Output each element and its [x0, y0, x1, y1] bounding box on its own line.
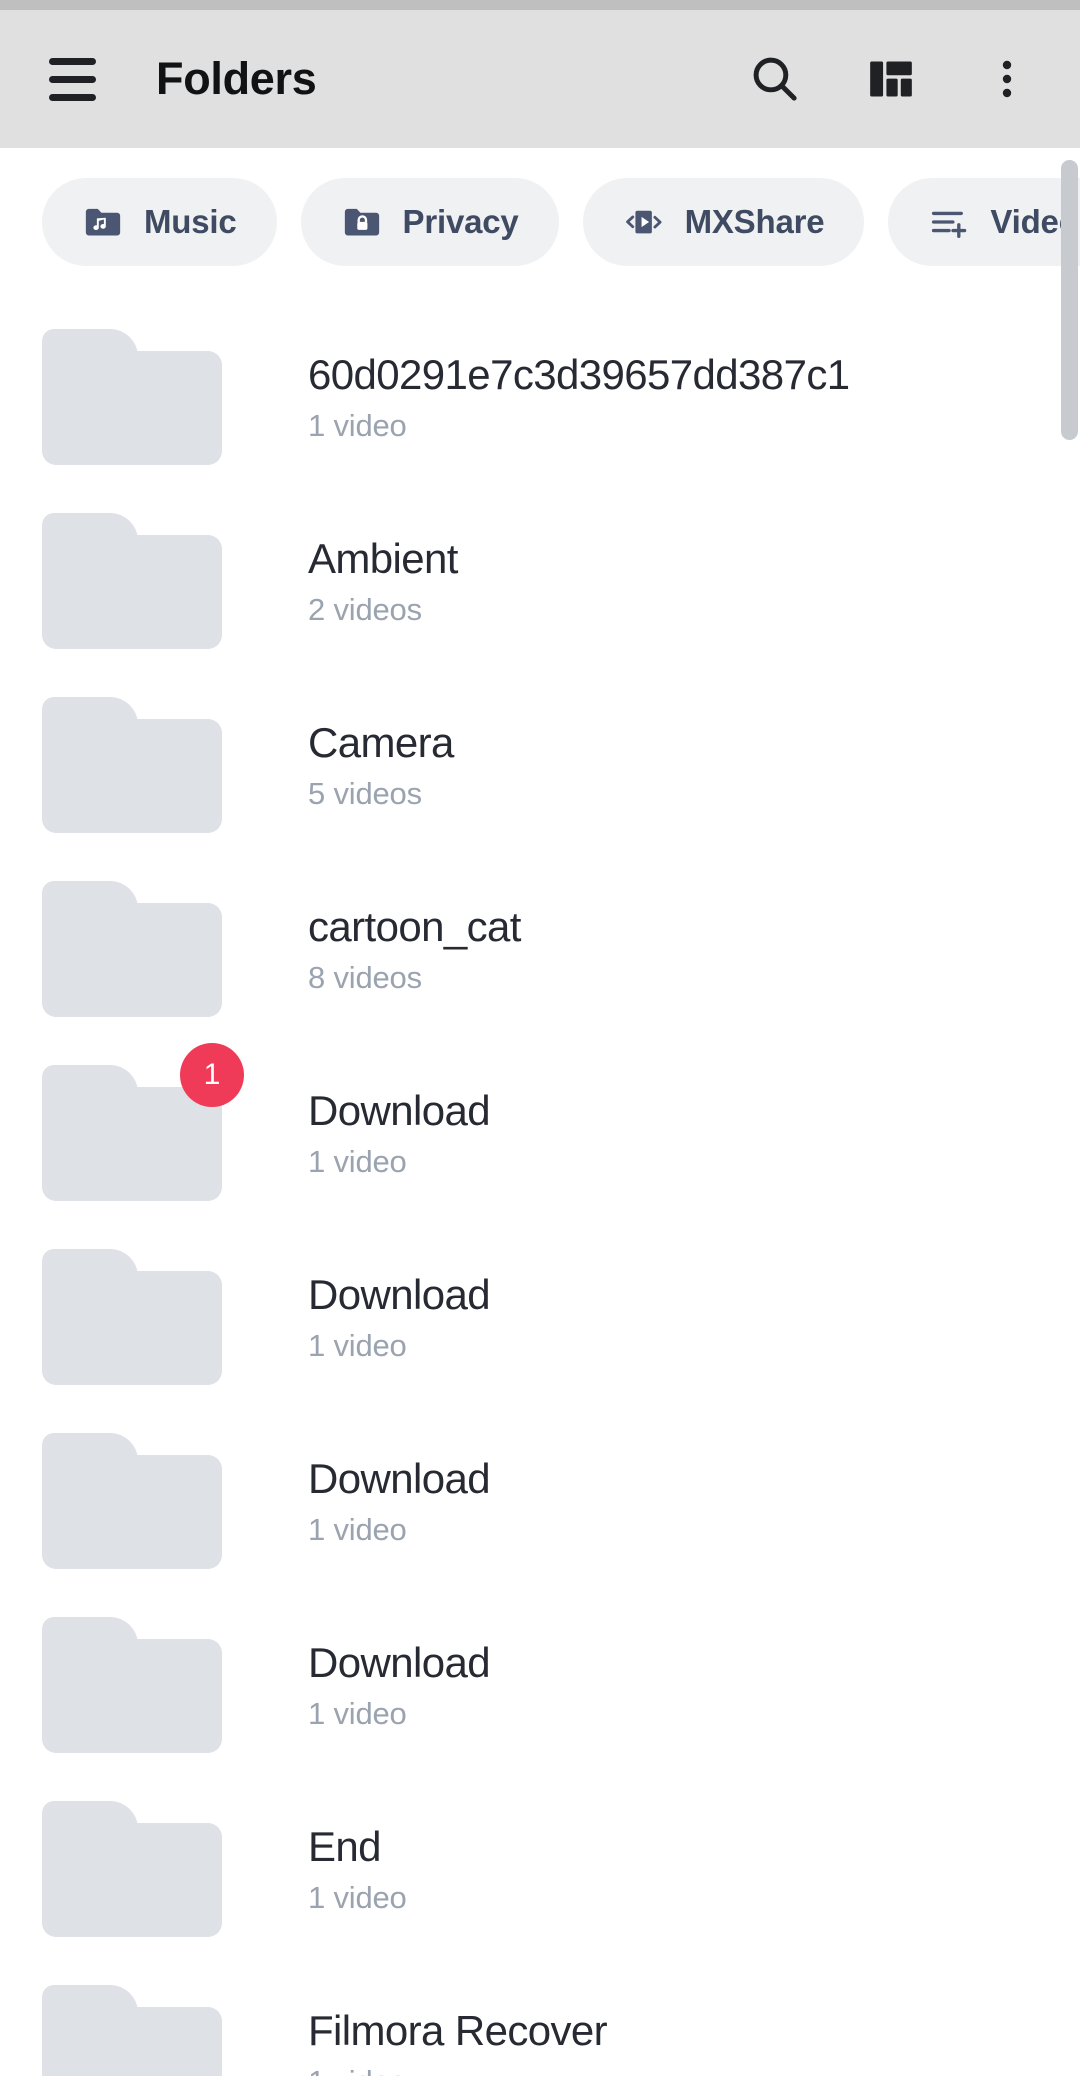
- folder-name: Download: [308, 1638, 491, 1686]
- list-item[interactable]: Camera 5 videos: [0, 673, 1080, 857]
- list-item[interactable]: Download 1 video: [0, 1593, 1080, 1777]
- folder-name: Filmora Recover: [308, 2006, 608, 2054]
- hamburger-line: [48, 75, 96, 83]
- page-title: Folders: [156, 53, 317, 104]
- folder-icon: [42, 1433, 222, 1569]
- folder-music-icon: [82, 201, 124, 243]
- list-item[interactable]: 1 Download 1 video: [0, 1041, 1080, 1225]
- scrollbar-thumb[interactable]: [1061, 160, 1078, 440]
- folder-count: 1 video: [308, 1880, 407, 1916]
- chip-label: Music: [144, 203, 237, 240]
- folder-name: 60d0291e7c3d39657dd387c1: [308, 350, 850, 398]
- hamburger-menu-icon[interactable]: [24, 31, 120, 127]
- chip-music[interactable]: Music: [42, 178, 277, 266]
- list-item[interactable]: 60d0291e7c3d39657dd387c1 1 video: [0, 305, 1080, 489]
- more-options-icon[interactable]: [952, 24, 1062, 134]
- folder-count: 5 videos: [308, 776, 422, 812]
- folder-thumbnail-wrap: [42, 697, 222, 833]
- folder-name: Download: [308, 1086, 491, 1134]
- folder-icon: [42, 1801, 222, 1937]
- list-item-text: cartoon_cat 8 videos: [308, 902, 521, 996]
- folder-thumbnail-wrap: [42, 1985, 222, 2076]
- folder-count: 1 video: [308, 1512, 407, 1548]
- chip-mxshare[interactable]: MXShare: [582, 178, 865, 266]
- chip-video-list[interactable]: Video L: [888, 178, 1080, 266]
- list-item-text: 60d0291e7c3d39657dd387c1 1 video: [308, 350, 850, 444]
- app-bar: Folders: [0, 10, 1080, 148]
- folder-icon: [42, 513, 222, 649]
- folder-icon: [42, 329, 222, 465]
- folder-count: 2 videos: [308, 592, 422, 628]
- folder-body: [42, 903, 222, 1017]
- folder-icon: [42, 1617, 222, 1753]
- folder-name: cartoon_cat: [308, 902, 521, 950]
- folder-icon: [42, 1249, 222, 1385]
- list-item[interactable]: Download 1 video: [0, 1225, 1080, 1409]
- folder-thumbnail-wrap: [42, 1801, 222, 1937]
- hamburger-line: [48, 57, 96, 65]
- folder-count: 1 video: [308, 1144, 407, 1180]
- folder-body: [42, 535, 222, 649]
- folder-thumbnail-wrap: [42, 881, 222, 1017]
- hamburger-line: [48, 93, 96, 101]
- list-item-text: End 1 video: [308, 1822, 407, 1916]
- folder-body: [42, 351, 222, 465]
- folder-list[interactable]: 60d0291e7c3d39657dd387c1 1 video Ambient…: [0, 305, 1080, 2076]
- playlist-add-icon: [928, 201, 970, 243]
- list-item-text: Download 1 video: [308, 1454, 491, 1548]
- list-item-text: Download 1 video: [308, 1270, 491, 1364]
- folder-body: [42, 1087, 222, 1201]
- folder-thumbnail-wrap: [42, 329, 222, 465]
- chip-privacy[interactable]: Privacy: [300, 178, 559, 266]
- folder-body: [42, 1639, 222, 1753]
- list-item[interactable]: Filmora Recover 1 video: [0, 1961, 1080, 2076]
- layout-view-icon[interactable]: [836, 24, 946, 134]
- list-item-text: Ambient 2 videos: [308, 534, 458, 628]
- folder-name: End: [308, 1822, 382, 1870]
- chip-label: Privacy: [402, 203, 519, 240]
- folder-icon: [42, 697, 222, 833]
- folder-count: 1 video: [308, 408, 407, 444]
- folder-count: 8 videos: [308, 960, 422, 996]
- list-item-text: Camera 5 videos: [308, 718, 454, 812]
- folder-thumbnail-wrap: [42, 1249, 222, 1385]
- folder-count: 1 video: [308, 1696, 407, 1732]
- folder-lock-icon: [341, 201, 383, 243]
- folder-thumbnail-wrap: 1: [42, 1043, 244, 1201]
- folder-name: Ambient: [308, 534, 458, 582]
- list-item[interactable]: cartoon_cat 8 videos: [0, 857, 1080, 1041]
- status-bar-strip: [0, 0, 1080, 10]
- folder-body: [42, 2007, 222, 2076]
- folder-count: 1 video: [308, 2064, 607, 2076]
- chip-label: MXShare: [684, 203, 825, 240]
- list-item[interactable]: End 1 video: [0, 1777, 1080, 1961]
- list-item[interactable]: Download 1 video: [0, 1409, 1080, 1593]
- folder-name: Download: [308, 1454, 491, 1502]
- list-item-text: Download 1 video: [308, 1638, 491, 1732]
- folder-body: [42, 1823, 222, 1937]
- list-item-text: Filmora Recover 1 video: [308, 2006, 608, 2076]
- folder-name: Camera: [308, 718, 454, 766]
- app-bar-actions: [720, 24, 1080, 134]
- folder-body: [42, 1271, 222, 1385]
- folder-thumbnail-wrap: [42, 1617, 222, 1753]
- list-item-text: Download 1 video: [308, 1086, 491, 1180]
- search-icon[interactable]: [720, 24, 830, 134]
- folder-icon: [42, 881, 222, 1017]
- folder-name: Download: [308, 1270, 491, 1318]
- folder-body: [42, 719, 222, 833]
- folder-filter-chip-row[interactable]: Music Privacy MXShare Video: [0, 148, 1080, 296]
- list-item[interactable]: Ambient 2 videos: [0, 489, 1080, 673]
- share-transfer-icon: [623, 201, 665, 243]
- folder-body: [42, 1455, 222, 1569]
- status-badge: 1: [180, 1043, 244, 1107]
- folder-thumbnail-wrap: [42, 1433, 222, 1569]
- folder-icon: [42, 1985, 222, 2076]
- folder-thumbnail-wrap: [42, 513, 222, 649]
- folder-count: 1 video: [308, 1328, 407, 1364]
